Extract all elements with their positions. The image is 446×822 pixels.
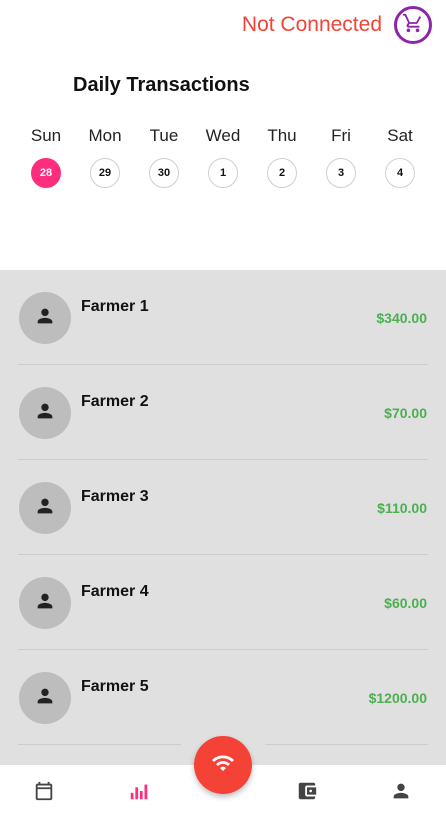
avatar [19,482,71,534]
day-number[interactable]: 29 [90,158,120,188]
person-icon [34,305,56,332]
cart-icon [402,12,424,39]
chart-icon [128,780,150,807]
page-title: Daily Transactions [73,74,250,96]
day-name: Wed [205,126,241,145]
person-icon [34,495,56,522]
cart-button[interactable] [394,6,432,44]
day-number[interactable]: 1 [208,158,238,188]
day-name: Sun [30,126,62,145]
nav-stats[interactable] [127,781,151,805]
transaction-row[interactable]: Farmer 3 $110.00 [0,460,446,555]
transaction-amount: $340.00 [376,310,427,326]
day-name: Mon [88,126,122,145]
day-number[interactable]: 30 [149,158,179,188]
avatar [19,292,71,344]
connection-status: Not Connected [241,13,382,36]
transaction-row[interactable]: Farmer 1 $340.00 [0,270,446,365]
profile-icon [390,780,412,807]
day-number[interactable]: 3 [326,158,356,188]
farmer-name: Farmer 4 [81,583,149,600]
farmer-name: Farmer 2 [81,393,149,410]
person-icon [34,400,56,427]
transaction-amount: $60.00 [384,595,427,611]
avatar [19,672,71,724]
nav-calendar[interactable] [32,781,56,805]
nav-wallet[interactable] [295,781,319,805]
calendar-day-fri[interactable]: Fri 3 [313,126,369,188]
person-icon [34,685,56,712]
wallet-icon [296,780,318,807]
calendar-day-tue[interactable]: Tue 30 [136,126,192,188]
calendar-day-sun[interactable]: Sun 28 [18,126,74,188]
day-name: Sat [387,126,413,145]
calendar-day-mon[interactable]: Mon 29 [77,126,133,188]
day-name: Fri [331,126,351,145]
farmer-name: Farmer 5 [81,678,149,695]
transaction-amount: $1200.00 [368,690,427,706]
avatar [19,577,71,629]
calendar-day-wed[interactable]: Wed 1 [195,126,251,188]
transaction-list: Farmer 1 $340.00 Farmer 2 $70.00 Farmer 3 $11… [0,270,446,765]
day-name: Thu [267,126,297,145]
day-number[interactable]: 28 [31,158,61,188]
transaction-amount: $70.00 [384,405,427,421]
farmer-name: Farmer 3 [81,488,149,505]
calendar-icon [33,780,55,807]
wifi-icon [211,751,235,780]
calendar-day-sat[interactable]: Sat 4 [372,126,428,188]
connect-fab[interactable] [194,736,252,794]
top-bar: Not Connected [0,0,446,56]
transaction-amount: $110.00 [377,500,427,516]
person-icon [34,590,56,617]
transaction-row[interactable]: Farmer 4 $60.00 [0,555,446,650]
transaction-row[interactable]: Farmer 5 $1200.00 [0,650,446,745]
farmer-name: Farmer 1 [81,298,149,315]
transaction-row[interactable]: Farmer 2 $70.00 [0,365,446,460]
avatar [19,387,71,439]
week-calendar: Sun 28 Mon 29 Tue 30 Wed 1 Thu 2 Fri 3 Sat 4 [18,126,428,188]
day-name: Tue [149,126,179,145]
day-number[interactable]: 2 [267,158,297,188]
day-number[interactable]: 4 [385,158,415,188]
calendar-day-thu[interactable]: Thu 2 [254,126,310,188]
nav-profile[interactable] [389,781,413,805]
